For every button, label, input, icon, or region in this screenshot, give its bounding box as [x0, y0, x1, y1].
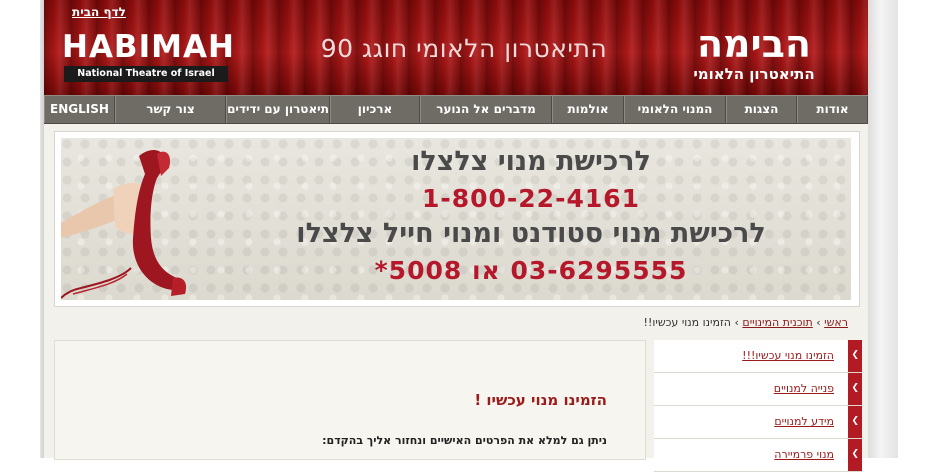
habima-hebrew-logo[interactable]: הבימה התיאטרון הלאומי [664, 22, 844, 86]
content-intro-text: ניתן גם למלא את הפרטים האישיים ונחזור אל… [322, 434, 607, 447]
banner-phone-main: 1-800-22-4161 [421, 184, 641, 213]
logo-subtitle: National Theatre of Israel [64, 66, 228, 82]
right-frame [868, 0, 898, 458]
nav-about[interactable]: אודות [797, 96, 868, 123]
side-menu: ❮ הזמינו מנוי עכשיו!!! ❮ פנייה למנויים ❮… [654, 340, 862, 472]
nav-archive[interactable]: ארכיון [330, 96, 420, 123]
phone-receiver-icon [61, 150, 187, 299]
breadcrumb-section[interactable]: תוכנית המינויים [742, 316, 812, 329]
logo-name: HABIMAH [62, 29, 235, 65]
nav-english[interactable]: ENGLISH [44, 96, 115, 123]
breadcrumb-separator: › [734, 316, 739, 329]
breadcrumb-current: הזמינו מנוי עכשיו!! [643, 316, 731, 329]
side-item-label: מנוי פרמיירה [774, 448, 834, 461]
nav-national-subscription[interactable]: המנוי הלאומי [624, 96, 726, 123]
breadcrumb-home[interactable]: ראשי [824, 316, 848, 329]
nav-shows[interactable]: הצגות [726, 96, 797, 123]
logo-hebrew-subtitle: התיאטרון הלאומי [693, 65, 815, 83]
side-item-label: מידע למנויים [774, 415, 834, 428]
page-container: לדף הבית HABIMAH National Theatre of Isr… [44, 0, 868, 472]
breadcrumb-separator: › [816, 316, 821, 329]
subscription-banner-frame: לרכישת מנוי צלצלו 1-800-22-4161 לרכישת מ… [54, 131, 860, 307]
nav-friends-theatre[interactable]: תיאטרון עם ידידים [226, 96, 330, 123]
chevron-left-icon: ❮ [851, 416, 859, 426]
side-accent-bar: ❮ [848, 406, 862, 438]
header-curtain: לדף הבית HABIMAH National Theatre of Isr… [44, 0, 868, 95]
side-item-premiere[interactable]: ❮ מנוי פרמיירה [654, 439, 862, 472]
side-accent-bar: ❮ [848, 373, 862, 405]
breadcrumb: ראשי › תוכנית המינויים › הזמינו מנוי עכש… [604, 316, 848, 329]
habimah-english-logo[interactable]: HABIMAH National Theatre of Israel [62, 29, 235, 84]
side-item-subscriber-info[interactable]: ❮ מידע למנויים [654, 406, 862, 439]
side-accent-bar: ❮ [848, 340, 862, 372]
nav-youth[interactable]: מדברים אל הנוער [420, 96, 552, 123]
subscription-banner[interactable]: לרכישת מנוי צלצלו 1-800-22-4161 לרכישת מ… [61, 138, 851, 300]
page-title: הזמינו מנוי עכשיו ! [474, 391, 607, 409]
chevron-left-icon: ❮ [851, 383, 859, 393]
nav-halls[interactable]: אולמות [552, 96, 624, 123]
content-panel: הזמינו מנוי עכשיו ! ניתן גם למלא את הפרט… [54, 340, 646, 460]
side-item-order-now[interactable]: ❮ הזמינו מנוי עכשיו!!! [654, 340, 862, 373]
home-link[interactable]: לדף הבית [72, 5, 126, 19]
main-nav: אודות הצגות המנוי הלאומי אולמות מדברים א… [44, 95, 868, 124]
logo-hebrew-name: הבימה [696, 22, 812, 66]
side-accent-bar: ❮ [848, 439, 862, 471]
chevron-left-icon: ❮ [851, 350, 859, 360]
side-item-label: פנייה למנויים [773, 382, 834, 395]
side-item-label: הזמינו מנוי עכשיו!!! [742, 349, 834, 362]
banner-phone-student: 03-6295555 או 5008* [374, 256, 688, 285]
side-item-contact-subscribers[interactable]: ❮ פנייה למנויים [654, 373, 862, 406]
banner-line-subscribe: לרכישת מנוי צלצלו [411, 146, 651, 177]
banner-line-student: לרכישת מנוי סטודנט ומנוי חייל צלצלו [296, 218, 766, 249]
anniversary-title: התיאטרון הלאומי חוגג 90 [320, 34, 608, 63]
nav-contact[interactable]: צור קשר [115, 96, 226, 123]
